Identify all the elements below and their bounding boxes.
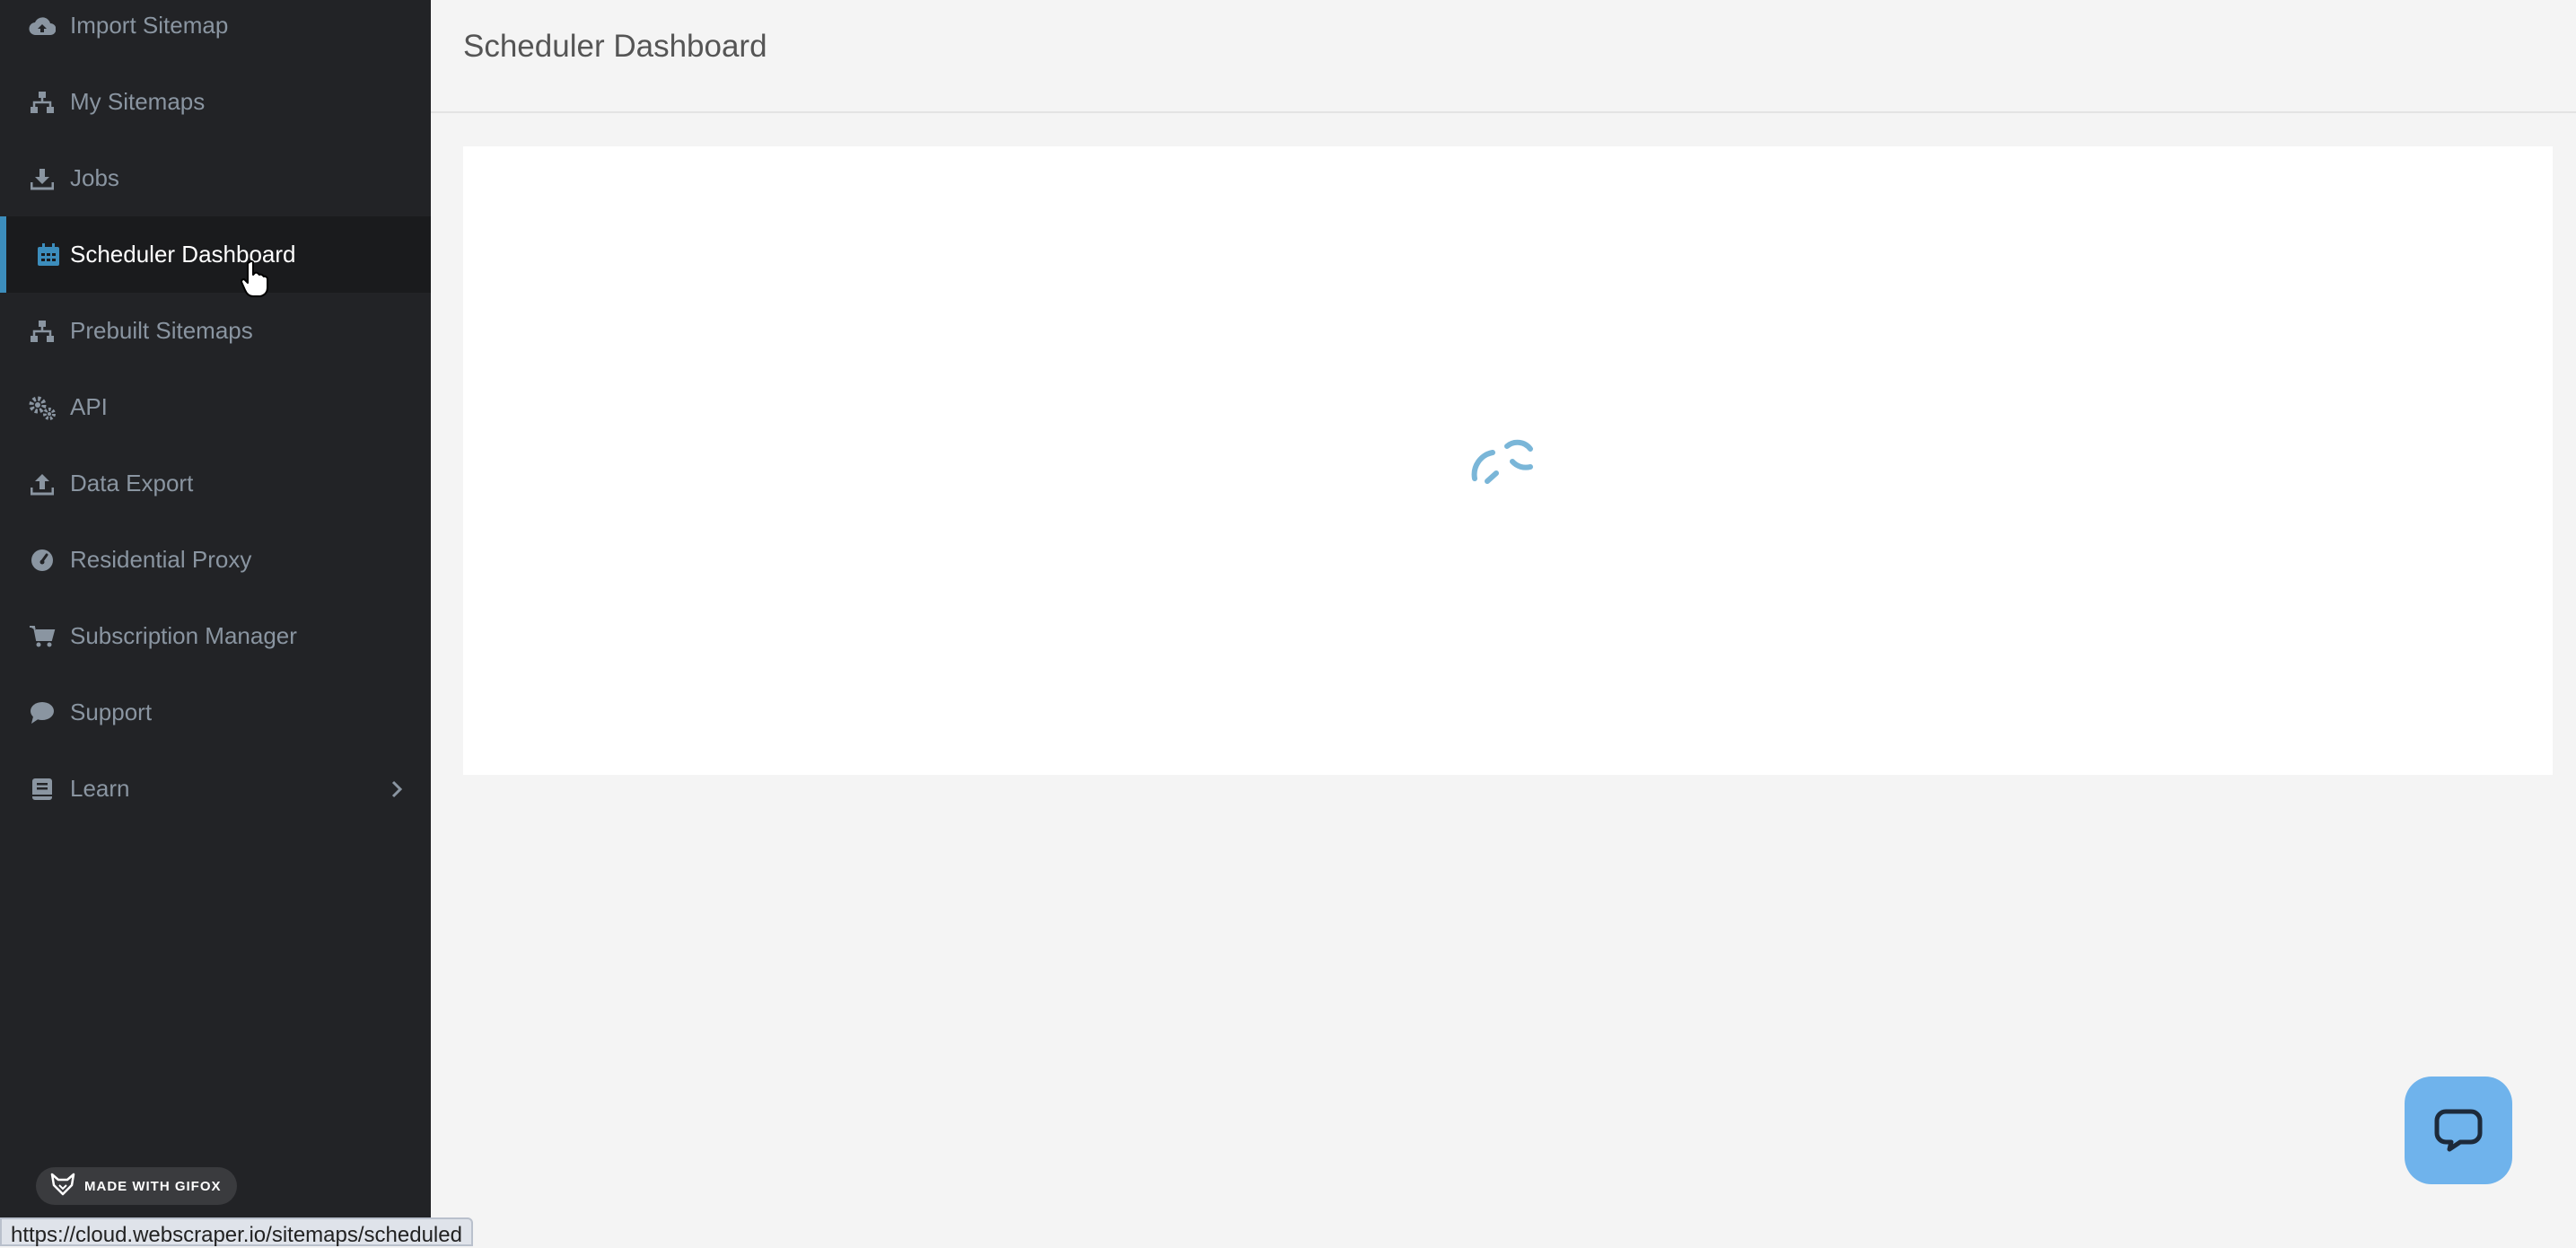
- sidebar-item-label: Prebuilt Sitemaps: [70, 317, 253, 344]
- gauge-icon: [28, 546, 57, 575]
- hand-cursor-icon: [241, 260, 268, 297]
- chat-button[interactable]: [2405, 1077, 2512, 1184]
- gears-icon: [28, 393, 57, 422]
- sidebar-item-data-export[interactable]: Data Export: [0, 445, 431, 522]
- sidebar-item-support[interactable]: Support: [0, 674, 431, 751]
- sidebar: Import Sitemap My Sitemaps Jobs Schedule…: [0, 0, 431, 1241]
- download-icon: [28, 164, 57, 193]
- sidebar-item-label: Residential Proxy: [70, 546, 252, 573]
- gifox-label: MADE WITH GIFOX: [84, 1178, 222, 1194]
- sidebar-item-my-sitemaps[interactable]: My Sitemaps: [0, 64, 431, 140]
- comment-icon: [28, 699, 57, 727]
- sidebar-item-residential-proxy[interactable]: Residential Proxy: [0, 522, 431, 598]
- sidebar-item-label: My Sitemaps: [70, 88, 206, 115]
- gifox-badge: MADE WITH GIFOX: [36, 1167, 237, 1205]
- sidebar-item-subscription-manager[interactable]: Subscription Manager: [0, 598, 431, 674]
- calendar-icon: [34, 241, 63, 269]
- upload-icon: [28, 470, 57, 498]
- fox-icon: [50, 1173, 75, 1200]
- sitemap-icon: [28, 88, 57, 117]
- sidebar-item-api[interactable]: API: [0, 369, 431, 445]
- book-icon: [28, 775, 57, 804]
- sidebar-item-label: Data Export: [70, 470, 194, 497]
- sitemap-icon: [28, 317, 57, 346]
- loading-spinner-icon: [1471, 439, 1533, 484]
- chevron-right-icon: [386, 778, 407, 800]
- sidebar-item-jobs[interactable]: Jobs: [0, 140, 431, 216]
- sidebar-item-learn[interactable]: Learn: [0, 751, 431, 827]
- page-header: Scheduler Dashboard: [431, 0, 2576, 113]
- sidebar-item-scheduler-dashboard[interactable]: Scheduler Dashboard: [0, 216, 431, 293]
- page-title: Scheduler Dashboard: [463, 29, 767, 64]
- sidebar-item-label: API: [70, 393, 108, 420]
- cart-icon: [28, 622, 57, 651]
- sidebar-item-label: Support: [70, 699, 153, 725]
- status-bar-url: https://cloud.webscraper.io/sitemaps/sch…: [0, 1217, 473, 1247]
- sidebar-item-label: Learn: [70, 775, 130, 802]
- sidebar-item-import-sitemap[interactable]: Import Sitemap: [0, 0, 431, 64]
- cloud-upload-icon: [28, 12, 57, 40]
- chat-bubble-icon: [2434, 1109, 2483, 1152]
- sidebar-item-label: Import Sitemap: [70, 12, 229, 39]
- sidebar-item-prebuilt-sitemaps[interactable]: Prebuilt Sitemaps: [0, 293, 431, 369]
- sidebar-item-label: Subscription Manager: [70, 622, 297, 649]
- sidebar-item-label: Jobs: [70, 164, 119, 191]
